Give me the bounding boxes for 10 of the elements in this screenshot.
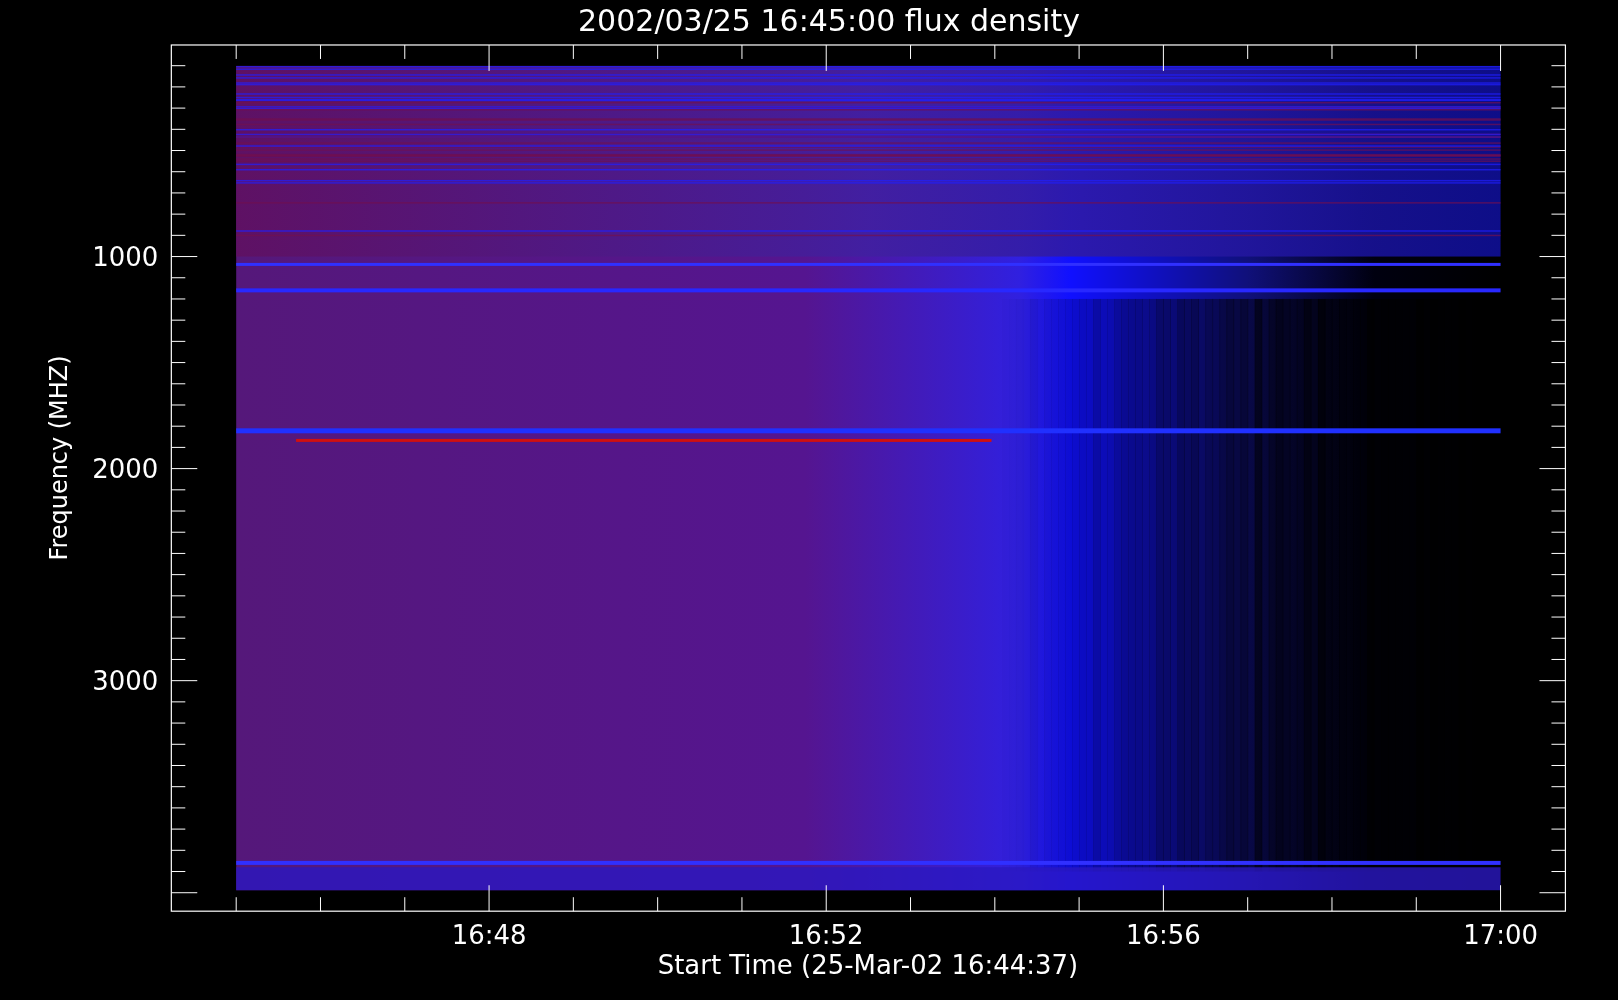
y-tick-label: 1000 [92, 241, 159, 272]
y-tick-label: 3000 [92, 665, 159, 696]
x-tick-label: 16:48 [451, 920, 527, 951]
x-tick-label: 16:52 [788, 920, 864, 951]
y-tick-label: 2000 [92, 453, 159, 484]
chart-title: 2002/03/25 16:45:00 flux density [578, 2, 1080, 40]
x-tick-label: 17:00 [1463, 920, 1538, 951]
x-tick-label: 16:56 [1126, 920, 1201, 951]
y-axis-label: Frequency (MHZ) [44, 355, 73, 561]
x-axis-label: Start Time (25-Mar-02 16:44:37) [657, 950, 1079, 981]
